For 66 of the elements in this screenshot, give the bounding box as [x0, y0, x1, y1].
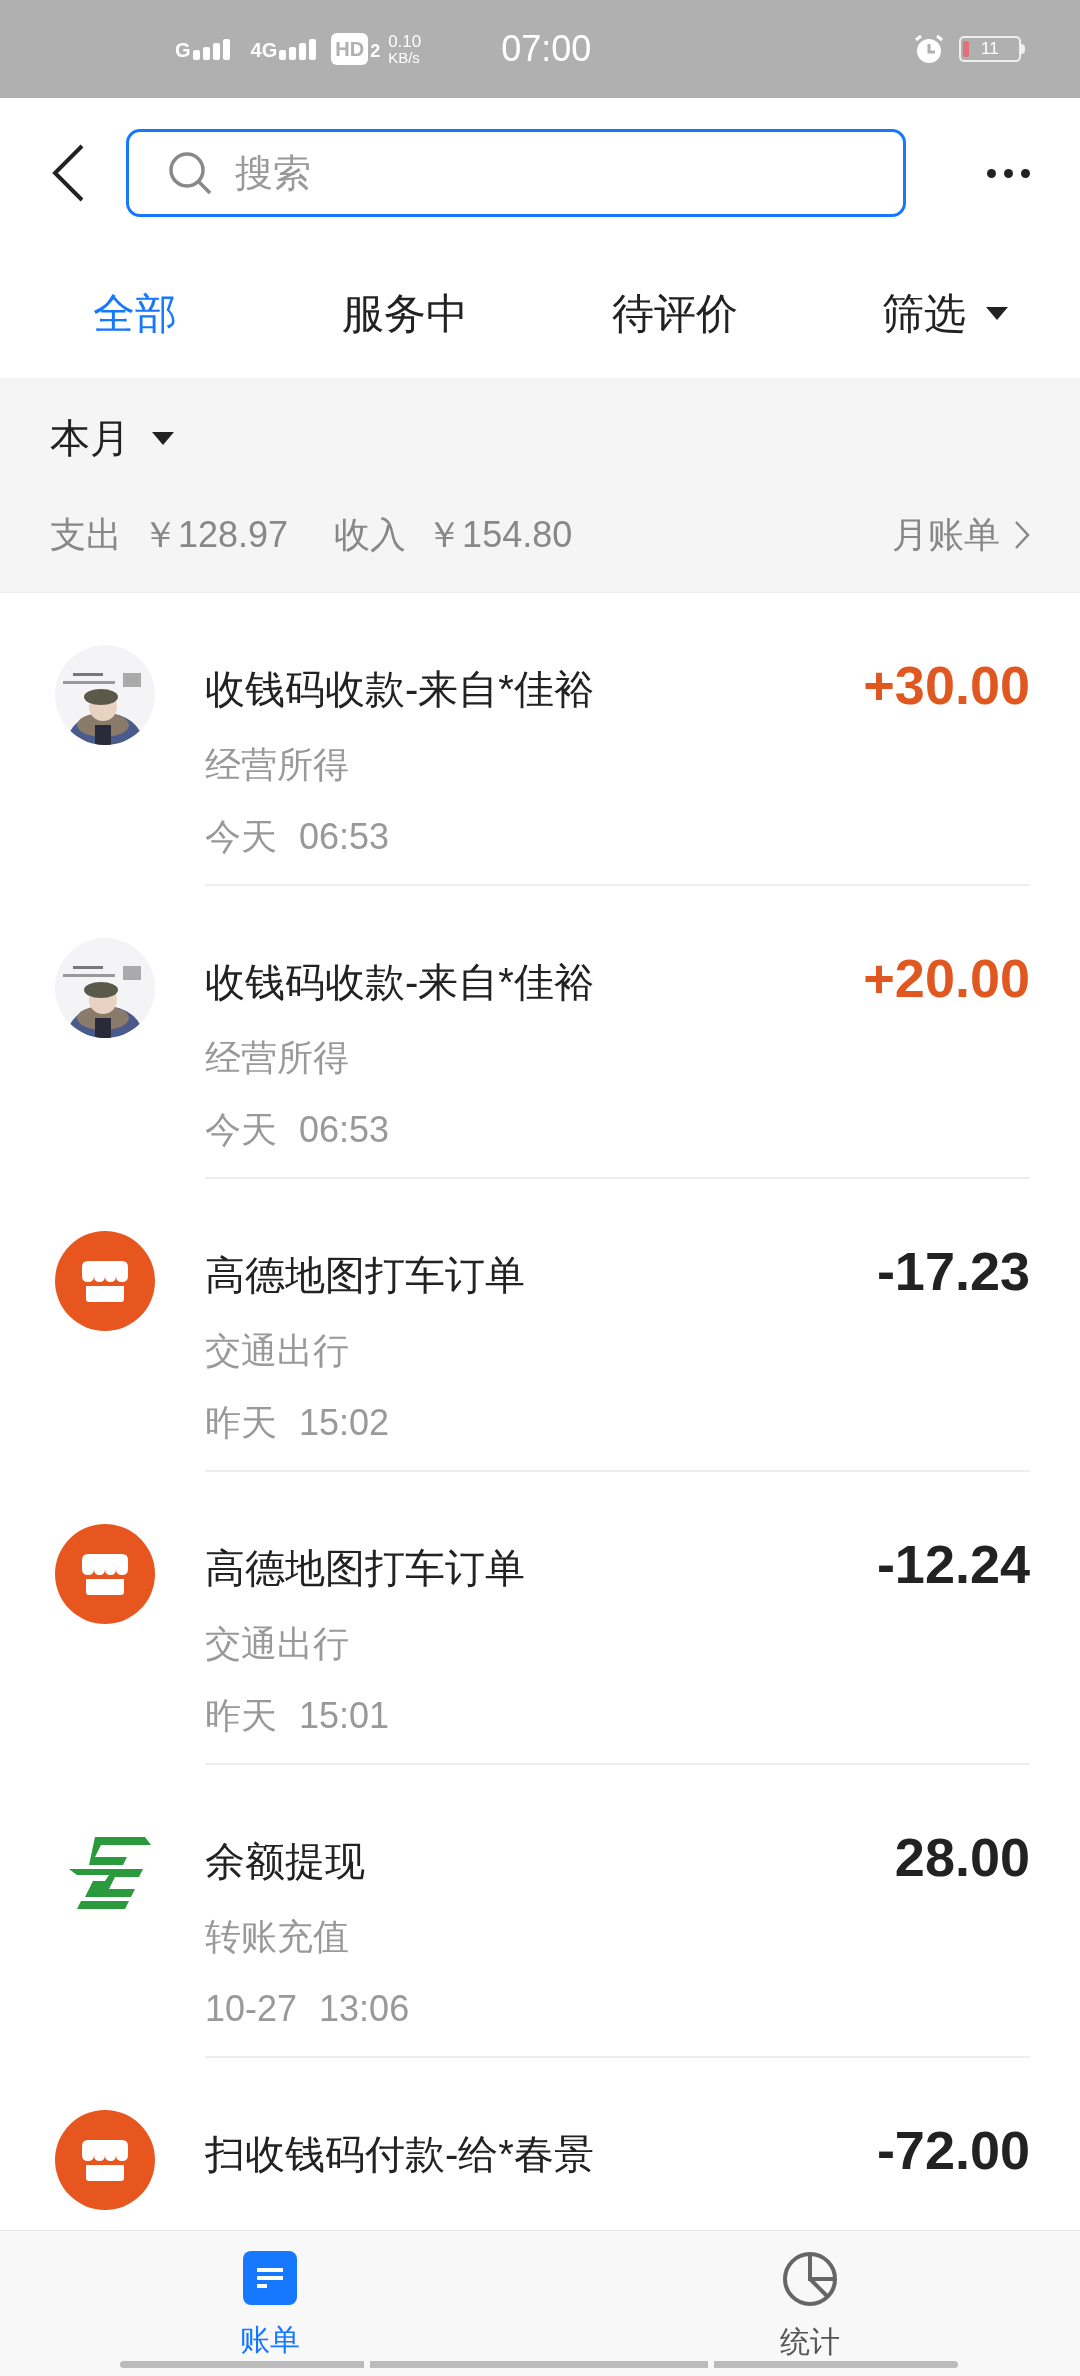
nav-tab[interactable]: 账单: [0, 2231, 540, 2376]
transaction-row[interactable]: 高德地图打车订单 -17.23 交通出行 昨天 15:02: [0, 1179, 1080, 1472]
alarm-clock-icon: [913, 34, 945, 64]
expense-amount: ￥128.97: [142, 513, 289, 557]
transaction-category: 交通出行: [205, 1622, 350, 1666]
pie-chart-icon: [782, 2251, 838, 2307]
transaction-time: 13:06: [319, 1987, 410, 2031]
transaction-title: 高德地图打车订单: [205, 1251, 525, 1299]
transaction-title: 余额提现: [205, 1837, 365, 1885]
filter-tab[interactable]: 待评价: [540, 281, 810, 345]
clock-time: 07:00: [501, 27, 592, 71]
transaction-time: 06:53: [299, 815, 390, 859]
more-icon[interactable]: [987, 168, 1030, 178]
income-label: 收入: [334, 513, 407, 557]
income-amount: ￥154.80: [426, 513, 573, 557]
dropdown-caret-icon: [152, 431, 174, 445]
dropdown-caret-icon: [986, 306, 1008, 320]
transaction-row[interactable]: 收钱码收款-来自*佳裕 +30.00 经营所得 今天 06:53: [0, 593, 1080, 886]
shop-icon: [55, 2110, 155, 2210]
transaction-time: 15:01: [299, 1694, 390, 1738]
transaction-amount: -72.00: [876, 2119, 1030, 2182]
transaction-time: 06:53: [299, 1108, 390, 1152]
filter-tab[interactable]: 筛选: [810, 281, 1080, 345]
transaction-time: 15:02: [299, 1401, 390, 1445]
search-icon: [168, 151, 212, 195]
transaction-day: 昨天: [205, 1689, 277, 1743]
transaction-title: 收钱码收款-来自*佳裕: [205, 958, 594, 1006]
transaction-amount: -12.24: [876, 1533, 1030, 1596]
transaction-day: 今天: [205, 810, 277, 864]
battery-level-label: 11: [981, 38, 999, 61]
hd-badge: HD: [331, 33, 369, 65]
nav-tab[interactable]: 统计: [540, 2231, 1080, 2376]
chevron-right-icon: [1014, 520, 1030, 550]
shop-icon: [55, 1524, 155, 1624]
signal-icon: [192, 38, 233, 60]
transaction-title: 扫收钱码付款-给*春景: [205, 2130, 594, 2178]
transaction-row[interactable]: 余额提现 28.00 转账充值 10-27 13:06: [0, 1765, 1080, 2058]
transaction-title: 收钱码收款-来自*佳裕: [205, 665, 594, 713]
transaction-category: 经营所得: [205, 1036, 350, 1080]
transaction-amount: +20.00: [863, 947, 1030, 1010]
shop-icon: [55, 1231, 155, 1331]
bill-icon: [243, 2251, 297, 2305]
speed-label: 0.10: [388, 33, 422, 50]
filter-tab[interactable]: 服务中: [270, 281, 540, 345]
transaction-day: 今天: [205, 1103, 277, 1157]
transaction-title: 高德地图打车订单: [205, 1544, 525, 1592]
battery-fill: [963, 41, 969, 57]
transaction-row[interactable]: 收钱码收款-来自*佳裕 +20.00 经营所得 今天 06:53: [0, 886, 1080, 1179]
transaction-amount: -17.23: [876, 1240, 1030, 1303]
expense-label: 支出: [50, 513, 122, 557]
filter-tab[interactable]: 全部: [0, 281, 270, 345]
period-selector[interactable]: 本月: [50, 408, 1030, 468]
transaction-amount: +30.00: [863, 654, 1030, 717]
transaction-row[interactable]: 高德地图打车订单 -12.24 交通出行 昨天 15:01: [0, 1472, 1080, 1765]
hd-sub-label: 2: [370, 40, 381, 63]
transaction-amount: 28.00: [894, 1826, 1030, 1889]
transaction-category: 经营所得: [205, 743, 350, 787]
search-field[interactable]: 搜索: [126, 129, 906, 217]
transaction-category: 转账充值: [205, 1915, 350, 1959]
transaction-category: 交通出行: [205, 1329, 350, 1373]
network-label: 4G: [250, 40, 278, 60]
speed-unit-label: KB/s: [388, 50, 421, 65]
transaction-day: 10-27: [205, 1982, 298, 2036]
back-icon[interactable]: [50, 143, 86, 203]
network-label: G: [175, 40, 191, 60]
transaction-day: 昨天: [205, 1396, 277, 1450]
